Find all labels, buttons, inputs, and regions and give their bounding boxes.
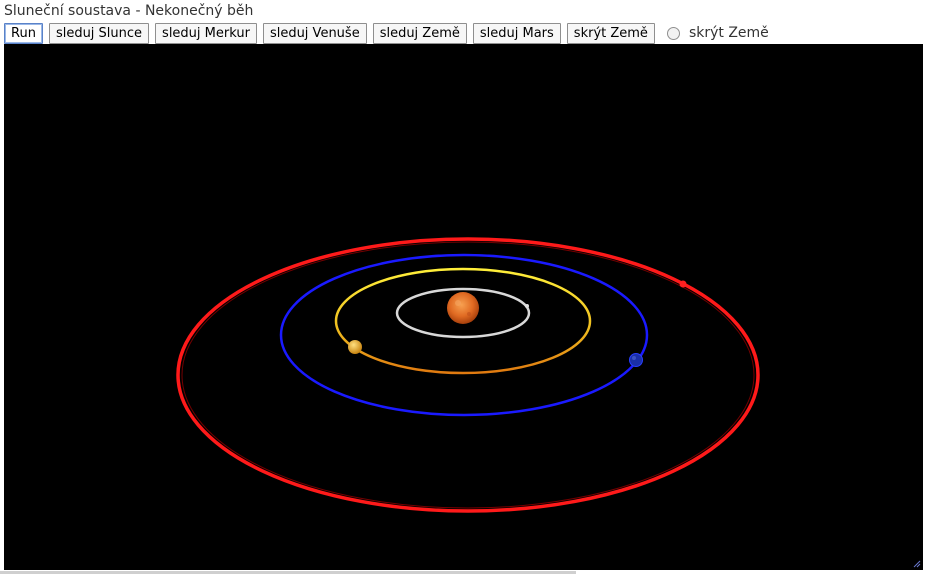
resize-grip-icon[interactable]: [913, 560, 921, 568]
hide-earth-button[interactable]: skrýt Země: [566, 22, 655, 44]
mars-planet: [679, 280, 687, 288]
solar-system-svg: [176, 237, 760, 513]
hide-earth-radio-label: skrýt Země: [688, 25, 769, 41]
follow-sun-button[interactable]: sleduj Slunce: [48, 22, 150, 44]
follow-mars-button[interactable]: sleduj Mars: [472, 22, 561, 44]
page-title: Sluneční soustava - Nekonečný běh: [4, 3, 254, 19]
hide-earth-radio[interactable]: [666, 26, 680, 40]
run-button[interactable]: Run: [4, 22, 43, 44]
earth-planet: [629, 353, 643, 367]
follow-mercury-button[interactable]: sleduj Merkur: [155, 22, 257, 44]
mercury-planet: [525, 304, 529, 308]
earth-orbit: [279, 253, 649, 417]
venus-planet: [348, 340, 362, 354]
toolbar: Run sleduj Slunce sleduj Merkur sleduj V…: [4, 22, 769, 44]
follow-earth-button[interactable]: sleduj Země: [372, 22, 467, 44]
3d-scene-canvas[interactable]: [4, 44, 923, 570]
sun: [447, 292, 479, 324]
mars-orbit: [176, 237, 760, 513]
follow-venus-button[interactable]: sleduj Venuše: [262, 22, 367, 44]
